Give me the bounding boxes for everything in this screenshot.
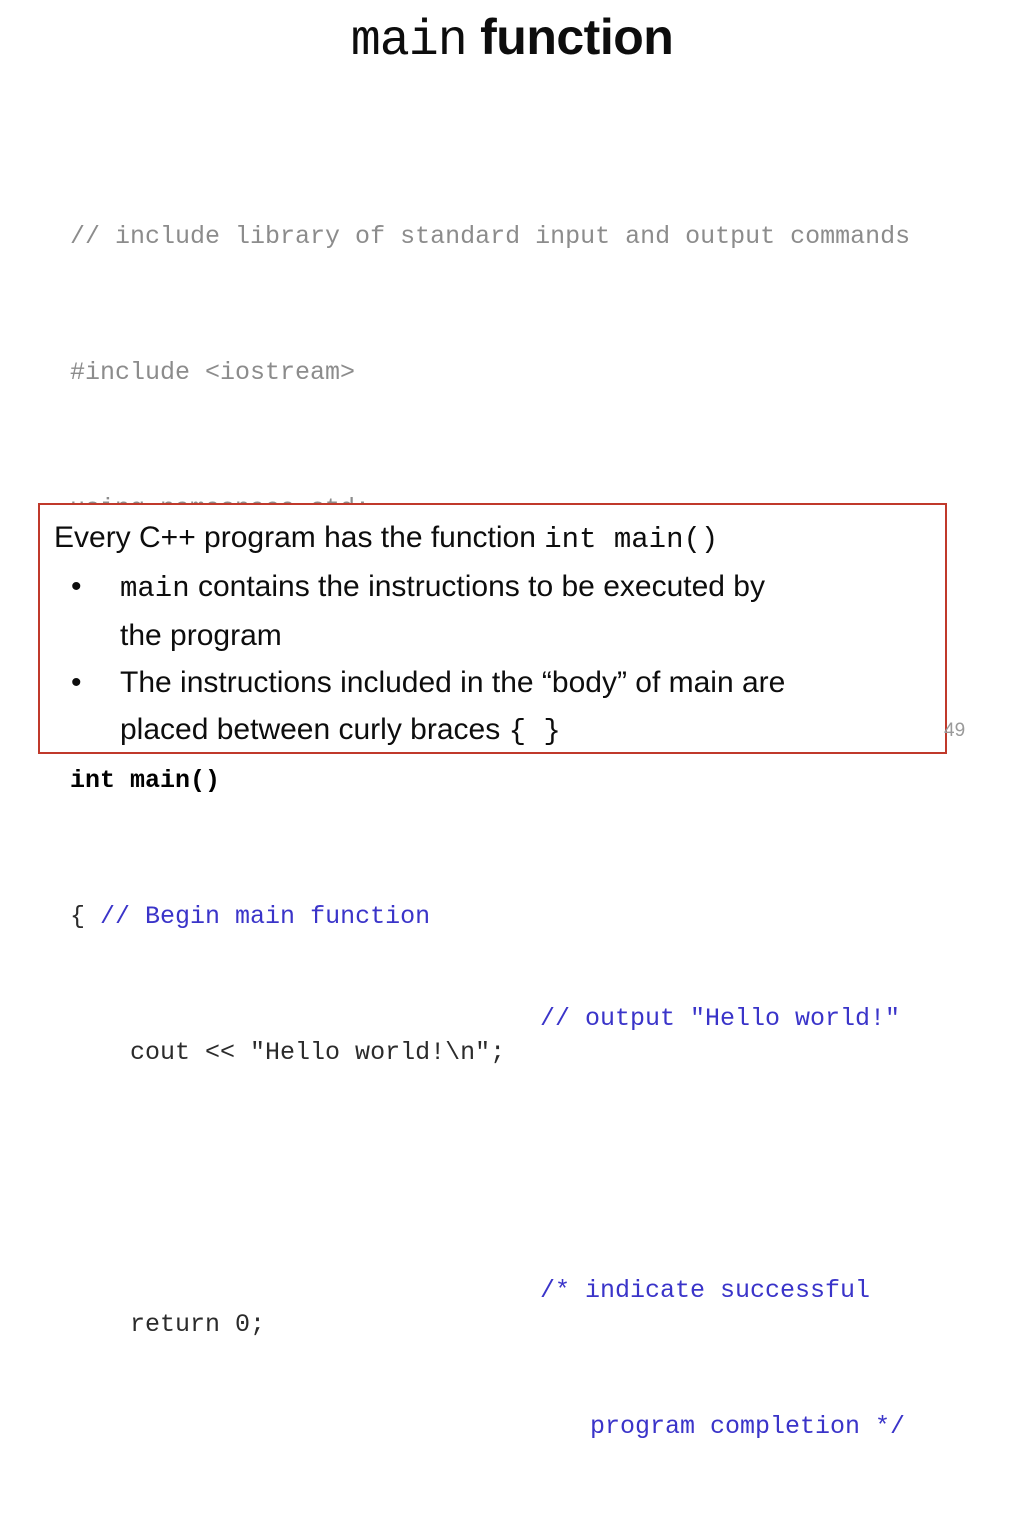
page-number: 49 [944,720,966,741]
list-item: • The instructions included in the “body”… [54,659,944,706]
code-comment-program-completion: program completion */ [590,1412,906,1441]
callout-bullet2-text: The instructions included in the “body” … [120,666,786,699]
callout-bullet1-text-wrap: the program [120,619,282,652]
code-comment-include-library: // include library of standard input and… [70,222,911,251]
callout-list: Every C++ program has the function int m… [54,514,944,755]
callout-bullet1-text: contains the instructions to be executed… [189,570,765,603]
code-comment-indicate-successful: /* indicate successful [540,1276,871,1305]
code-statement-return-zero: return 0; [70,1310,266,1339]
callout-heading-code: int main() [544,523,719,556]
list-item-continuation: the program [54,612,944,659]
list-item: • main contains the instructions to be ex… [54,563,944,612]
page-title: main function [0,8,1024,70]
list-item-continuation: placed between curly braces { } [54,706,944,755]
page-title-mono-part: main [350,13,468,70]
code-line: program completion */ [10,1410,1014,1444]
code-open-brace: { [70,902,101,931]
callout-heading-line: Every C++ program has the function int m… [54,514,944,563]
code-line: { // Begin main function [10,866,1014,931]
code-comment-begin-main: // Begin main function [100,902,431,931]
code-signature-int-main: int main() [70,766,221,795]
callout-bullet2-text-wrap: placed between curly braces [120,713,509,746]
code-block: // include library of standard input and… [10,84,1014,1536]
callout-bullet1-code: main [120,572,190,605]
bullet-icon: • [71,570,82,603]
callout-box: Every C++ program has the function int m… [38,503,947,754]
page-title-sans-part: function [466,9,674,65]
code-line: #include <iostream> [10,322,1014,387]
code-line: using namespace std; [10,458,1014,523]
callout-bullet2-code-braces: { } [508,715,561,748]
bullet-icon: • [71,666,82,699]
code-directive-include-iostream: #include <iostream> [70,358,356,387]
code-line: cout << "Hello world!\n"; // output "Hel… [10,1002,1014,1067]
code-line: return 0; /* indicate successful [10,1274,1014,1339]
code-statement-cout-hello: cout << "Hello world!\n"; [70,1038,506,1067]
code-comment-output-hello: // output "Hello world!" [540,1004,901,1033]
callout-heading-text: Every C++ program has the function [54,521,545,554]
code-line: // include library of standard input and… [10,186,1014,251]
